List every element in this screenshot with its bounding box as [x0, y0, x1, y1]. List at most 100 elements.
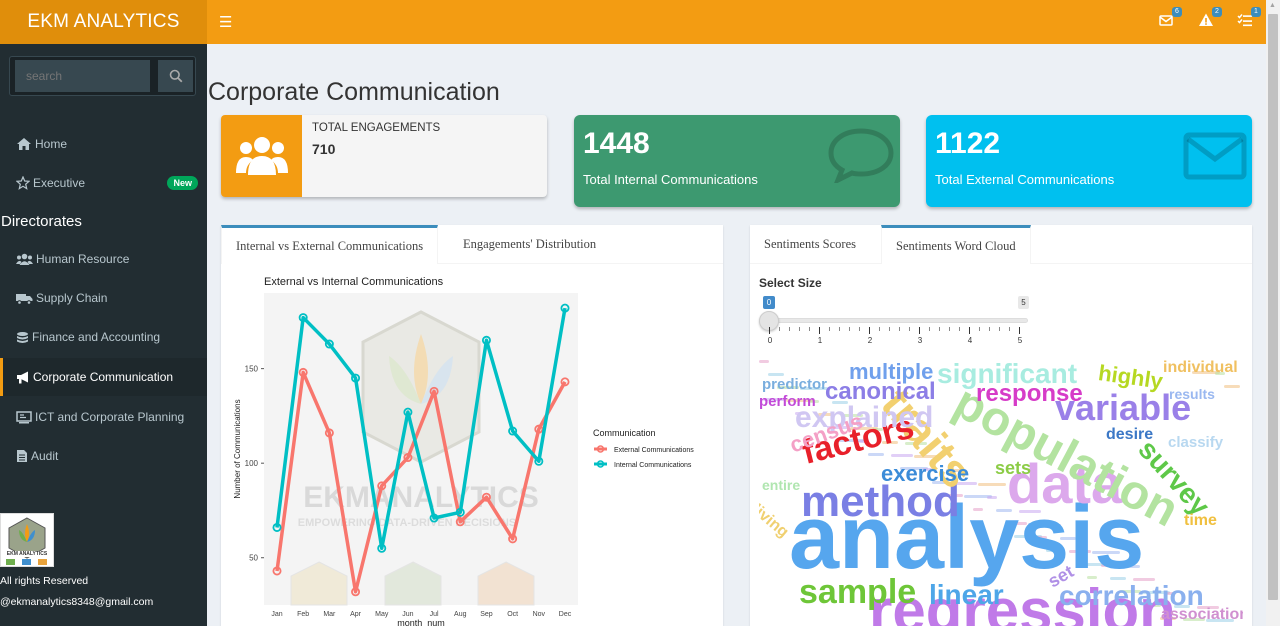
sidebar: Home Executive New Directorates Human Re… [0, 44, 207, 626]
word-cloud-word: association [1161, 606, 1243, 623]
sidebar-item-ict-corporate-planning[interactable]: ICT and Corporate Planning [0, 398, 207, 436]
slider-max-label: 5 [1018, 296, 1029, 309]
sidebar-item-label: ICT and Corporate Planning [35, 410, 185, 424]
slider-tick [919, 327, 920, 334]
word-cloud-word: living [759, 501, 792, 542]
word-cloud-word: linear [929, 579, 1004, 610]
word-cloud-word: sample [799, 573, 917, 611]
rights-text: All rights Reserved [0, 575, 89, 587]
contact-email[interactable]: @ekmanalytics8348@gmail.com [0, 596, 153, 608]
slider-tick [969, 327, 970, 334]
slider-tick [1009, 327, 1010, 331]
sidebar-item-label: Executive [33, 176, 86, 190]
x-tick-label: Aug [454, 611, 467, 618]
communications-line-chart: EKMANALYTICSEMPOWERING DATA-DRIVEN DECIS… [233, 276, 694, 626]
new-badge: New [167, 176, 198, 190]
sidebar-item-finance-accounting[interactable]: Finance and Accounting [0, 318, 207, 356]
word-cloud-word: time [1184, 512, 1217, 529]
internal-value: 1448 [583, 127, 650, 160]
menu-toggle-icon[interactable]: ☰ [219, 13, 232, 31]
word-cloud-word: individual [1163, 360, 1238, 376]
file-icon [17, 450, 27, 462]
tab-internal-vs-external[interactable]: Internal vs External Communications [221, 225, 439, 264]
slider-tick [959, 327, 960, 331]
slider-tick [789, 327, 790, 331]
alerts-count-badge: 2 [1212, 7, 1222, 17]
x-tick-label: Jul [430, 611, 439, 618]
tab-engagements-distribution[interactable]: Engagements' Distribution [449, 225, 610, 264]
chart-title: External vs Internal Communications [264, 276, 444, 288]
word-cloud-word: predictor [762, 376, 828, 393]
sidebar-item-audit[interactable]: Audit [0, 437, 207, 475]
slider-min-label: 0 [763, 296, 775, 309]
tasks-icon[interactable]: 1 [1237, 7, 1261, 32]
word-cloud-word: exercise [881, 461, 970, 486]
alert-icon[interactable]: 2 [1198, 7, 1222, 32]
slider-tick [989, 327, 990, 331]
page-scrollbar[interactable]: ▲ [1266, 0, 1280, 626]
word-cloud-word: entire [762, 477, 801, 493]
coins-icon [17, 331, 28, 343]
word-cloud-minor-word [978, 483, 1006, 486]
word-cloud: analysis regression data method population tr… [759, 360, 1243, 626]
total-engagements-box: TOTAL ENGAGEMENTS 710 [221, 115, 547, 197]
footer-logo-text: EKM ANALYTICS [6, 551, 48, 557]
slider-tick [809, 327, 810, 331]
slider-tick [889, 327, 890, 331]
users-icon [16, 253, 33, 265]
sidebar-item-executive[interactable]: Executive New [0, 164, 207, 202]
x-tick-label: May [375, 611, 389, 618]
sidebar-item-label: Finance and Accounting [32, 330, 161, 344]
star-icon [16, 176, 30, 190]
slider-label: Select Size [759, 276, 822, 290]
slider-tick [879, 327, 880, 331]
slider-tick [1019, 327, 1020, 334]
x-tick-label: Jan [271, 611, 282, 618]
sidebar-item-home[interactable]: Home [0, 125, 207, 163]
slider-track[interactable] [769, 318, 1028, 323]
tab-sentiments-scores[interactable]: Sentiments Scores [750, 225, 870, 264]
sidebar-item-supply-chain[interactable]: Supply Chain [0, 279, 207, 317]
slider-tick [849, 327, 850, 331]
users-icon [221, 115, 302, 197]
sidebar-item-human-resource[interactable]: Human Resource [0, 240, 207, 278]
comment-icon [828, 128, 894, 183]
slider-tick [909, 327, 910, 331]
scrollbar-thumb[interactable] [1268, 14, 1278, 600]
slider-tick [899, 327, 900, 331]
word-cloud-word: response [976, 380, 1083, 407]
bullhorn-icon [17, 371, 28, 383]
search-icon [169, 69, 182, 83]
engagements-value: 710 [312, 141, 336, 157]
sidebar-item-label: Home [35, 137, 68, 151]
envelope-icon [1183, 132, 1247, 180]
y-tick-label: 50 [249, 554, 258, 563]
communications-tab-panel: Internal vs External Communications Enga… [221, 225, 723, 626]
engagements-label: TOTAL ENGAGEMENTS [312, 122, 441, 134]
word-cloud-word: multiple [849, 360, 934, 384]
search-input[interactable] [15, 60, 150, 92]
external-value: 1122 [935, 127, 1001, 160]
internal-label: Total Internal Communications [583, 172, 758, 187]
external-communications-box: 1122 Total External Communications [926, 115, 1252, 207]
scroll-up-icon[interactable]: ▲ [1269, 2, 1276, 9]
slider-tick [979, 327, 980, 331]
search-button[interactable] [158, 60, 193, 92]
slider-tick-label: 4 [967, 336, 973, 345]
x-tick-label: Apr [350, 611, 362, 618]
sidebar-search-form [9, 56, 196, 96]
x-tick-label: Mar [323, 611, 336, 618]
x-tick-label: Oct [507, 611, 518, 618]
tab-sentiments-word-cloud[interactable]: Sentiments Word Cloud [881, 225, 1031, 264]
directorates-header: Directorates [1, 213, 82, 230]
slider-tick [829, 327, 830, 331]
slider-tick [769, 327, 770, 334]
word-cloud-word: desire [1106, 426, 1154, 443]
brand-logo[interactable]: EKM ANALYTICS [0, 0, 207, 44]
messages-icon[interactable]: 6 [1158, 7, 1182, 32]
word-cloud-word: classify [1168, 434, 1224, 451]
chalkboard-icon [16, 410, 32, 423]
sidebar-item-corporate-communication[interactable]: Corporate Communication [0, 358, 207, 396]
sidebar-item-label: Corporate Communication [33, 370, 174, 384]
x-tick-label: Sep [480, 611, 493, 618]
